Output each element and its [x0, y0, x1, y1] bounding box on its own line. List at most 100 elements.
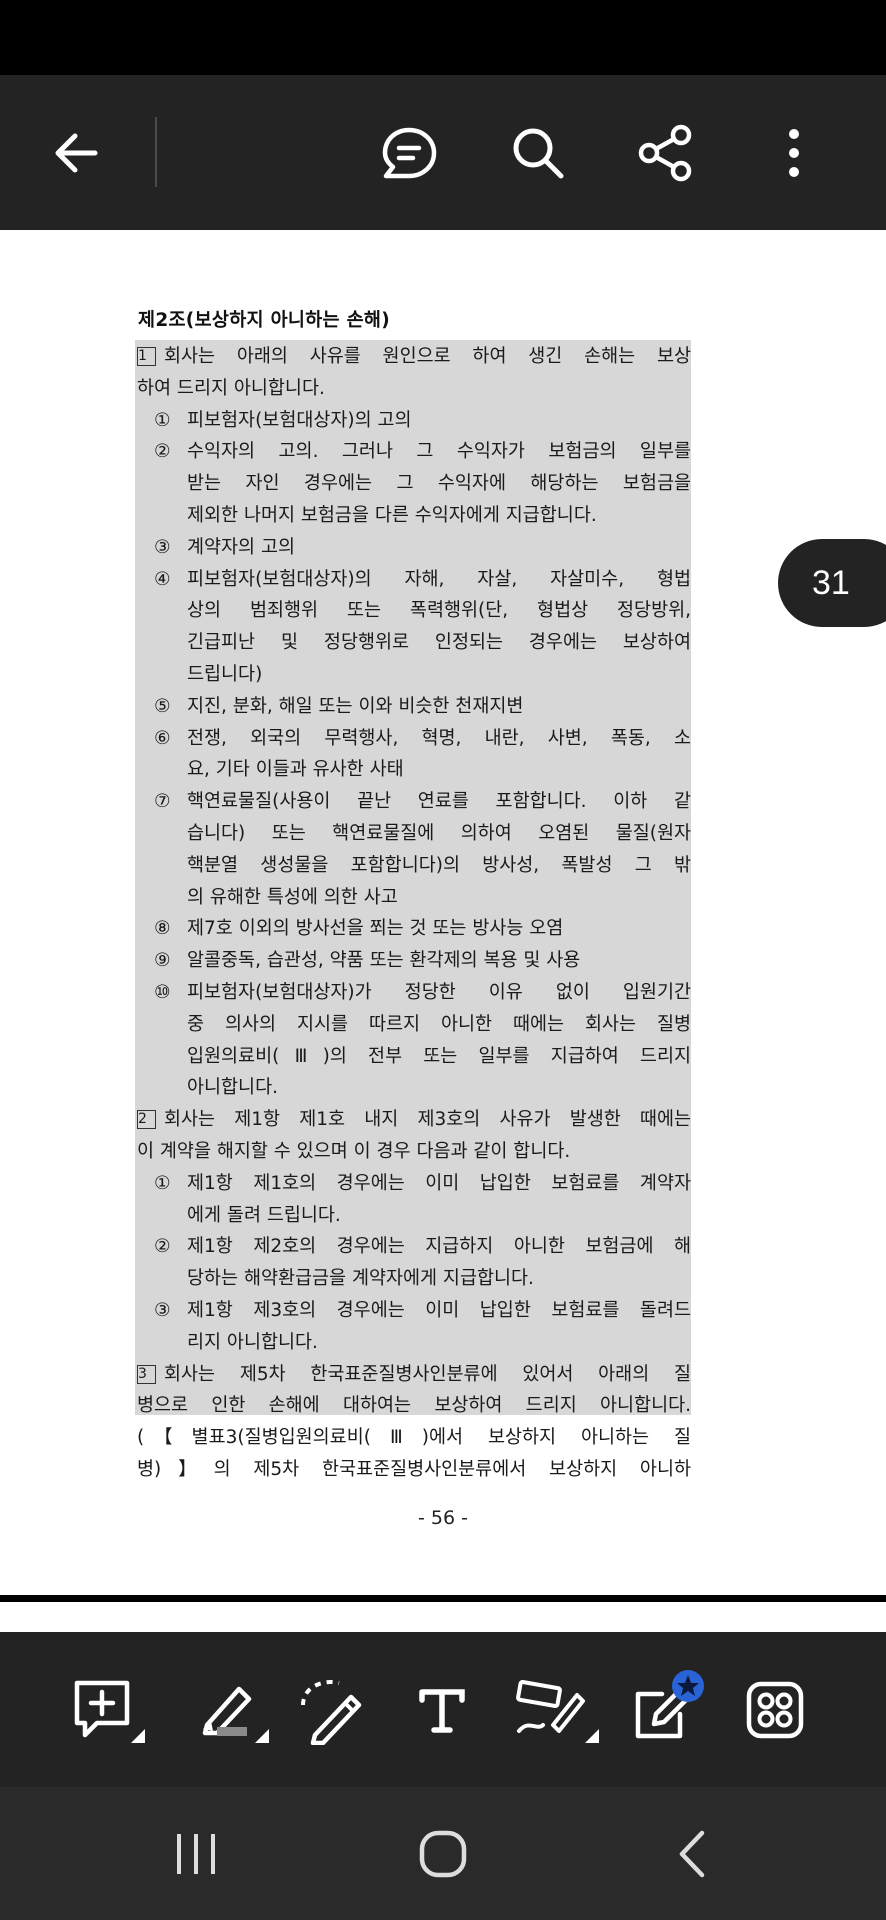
- line-text: 에게 돌려 드립니다.: [187, 1204, 341, 1226]
- clause-item-continuation: 당하는 해약환급금을 계약자에게 지급합니다.: [135, 1264, 691, 1294]
- line-text: 핵분열 생성물을 포함합니다)의 방사성, 폭발성 그 밖: [187, 854, 691, 876]
- clause-item: ③ 제1항 제3호의 경우에는 이미 납입한 보험료를 돌려드: [135, 1296, 691, 1326]
- comment-list-button[interactable]: [354, 75, 464, 230]
- clause-item-continuation: 아니합니다.: [135, 1073, 691, 1103]
- line-text: 당하는 해약환급금을 계약자에게 지급합니다.: [187, 1268, 534, 1290]
- next-page-edge: [0, 1602, 886, 1632]
- clause-item-continuation: 요, 기타 이들과 유사한 사태: [135, 755, 691, 785]
- line-text: 지진, 분화, 해일 또는 이와 비슷한 천재지변: [187, 695, 524, 717]
- line-text: 피보험자(보험대상자)가 정당한 이유 없이 입원기간: [187, 982, 691, 1003]
- clause-item-number: ⑩: [154, 982, 171, 1003]
- bottom-toolbar: [0, 1632, 886, 1787]
- article-title: 제2조(보상하지 아니하는 손해): [138, 310, 391, 331]
- document-page[interactable]: 제2조(보상하지 아니하는 손해) 1 회사는 아래의 사유를 원인으로 하여 생…: [0, 230, 886, 1595]
- clause-item: ① 피보험자(보험대상자)의 고의: [135, 406, 691, 436]
- search-button[interactable]: [483, 75, 593, 230]
- line-text: 드립니다): [187, 664, 263, 685]
- line-text: (【별표3(질병입원의료비(Ⅲ)에서 보상하지 아니하는 질: [137, 1427, 691, 1449]
- paragraph-line: 1 회사는 아래의 사유를 원인으로 하여 생긴 손해는 보상: [135, 342, 691, 372]
- back-icon: [679, 1830, 705, 1877]
- line-text: 상의 범죄행위 또는 폭력행위(단, 형법상 정당방위,: [187, 600, 691, 622]
- clause-item-number: ①: [154, 1172, 171, 1194]
- paragraph-number-box: 2: [137, 1110, 156, 1130]
- clause-item-number: ③: [154, 536, 171, 558]
- recents-icon: [177, 1833, 215, 1874]
- recents-button[interactable]: [126, 1787, 266, 1920]
- line-text: 알콜중독, 습관성, 약품 또는 환각제의 복용 및 사용: [187, 950, 581, 972]
- clause-item-continuation: 드립니다): [135, 660, 691, 690]
- signature-button[interactable]: [508, 1632, 608, 1787]
- paragraph-line-text: 2 회사는 제1항 제1호 내지 제3호의 사유가 발생한 때에는: [137, 1105, 691, 1135]
- search-icon: [513, 128, 564, 178]
- share-button[interactable]: [611, 75, 721, 230]
- line-text: 이 계약을 해지할 수 있으며 이 경우 다음과 같이 합니다.: [137, 1141, 571, 1162]
- line-text: 제1항 제3호의 경우에는 이미 납입한 보험료를 돌려드: [187, 1300, 691, 1321]
- clause-item-number: ⑧: [154, 918, 171, 940]
- arrow-left-icon: [55, 133, 98, 172]
- clause-item: ⑩ 피보험자(보험대상자)가 정당한 이유 없이 입원기간: [135, 978, 691, 1008]
- line-text: 하여 드리지 아니합니다.: [137, 377, 325, 399]
- paragraph-line: 3 회사는 제5차 한국표준질병사인분류에 있어서 아래의 질: [135, 1360, 691, 1390]
- line-text: 수익자의 고의. 그러나 그 수익자가 보험금의 일부를: [187, 441, 691, 463]
- line-text: 제외한 나머지 보험금을 다른 수익자에게 지급합니다.: [187, 505, 597, 526]
- clause-item: ② 수익자의 고의. 그러나 그 수익자가 보험금의 일부를: [135, 437, 691, 467]
- signature-icon: [516, 1679, 599, 1743]
- line-text: 계약자의 고의: [187, 536, 296, 558]
- apps-grid-icon: [746, 1681, 804, 1738]
- text-icon: [419, 1688, 465, 1733]
- clause-item-number: ⑦: [154, 791, 171, 813]
- clause-item-continuation: 리지 아니합니다.: [135, 1328, 691, 1358]
- clause-item: ③ 계약자의 고의: [135, 533, 691, 563]
- article-body: 1 회사는 아래의 사유를 원인으로 하여 생긴 손해는 보상하여 드리지 아니합…: [135, 340, 691, 1480]
- clause-item-number: ③: [154, 1300, 171, 1321]
- edit-note-button[interactable]: [616, 1632, 716, 1787]
- clause-item: ④ 피보험자(보험대상자)의 자해, 자살, 자살미수, 형법: [135, 565, 691, 595]
- paragraph-line-text: 3 회사는 제5차 한국표준질병사인분류에 있어서 아래의 질: [137, 1360, 691, 1390]
- paragraph-text: 회사는 제1항 제1호 내지 제3호의 사유가 발생한 때에는: [164, 1109, 691, 1131]
- lasso-pen-button[interactable]: [283, 1632, 383, 1787]
- home-button[interactable]: [373, 1787, 513, 1920]
- paragraph-line: 이 계약을 해지할 수 있으며 이 경우 다음과 같이 합니다.: [135, 1137, 691, 1167]
- clause-item-continuation: 습니다) 또는 핵연료물질에 의하여 오염된 물질(원자: [135, 819, 691, 849]
- clause-item: ⑦ 핵연료물질(사용이 끝난 연료를 포함합니다. 이하 같: [135, 787, 691, 817]
- text-tool-button[interactable]: [392, 1632, 492, 1787]
- paragraph-line: 하여 드리지 아니합니다.: [135, 374, 691, 404]
- line-text: 입원의료비(Ⅲ)의 전부 또는 일부를 지급하여 드리지: [187, 1045, 691, 1067]
- highlighter-icon: [202, 1686, 269, 1743]
- back-button[interactable]: [22, 75, 132, 230]
- clause-item: ⑥ 전쟁, 외국의 무력행사, 혁명, 내란, 사변, 폭동, 소: [135, 724, 691, 754]
- more-vert-icon: [789, 128, 799, 177]
- clause-item-number: ⑨: [154, 950, 171, 972]
- clause-item-number: ②: [154, 1236, 171, 1258]
- clause-item-continuation: 긴급피난 및 정당행위로 인정되는 경우에는 보상하여: [135, 628, 691, 658]
- line-text: 요, 기타 이들과 유사한 사태: [187, 759, 404, 781]
- line-text: 피보험자(보험대상자)의 자해, 자살, 자살미수, 형법: [187, 568, 691, 590]
- nav-back-button[interactable]: [622, 1787, 762, 1920]
- line-text: 전쟁, 외국의 무력행사, 혁명, 내란, 사변, 폭동, 소: [187, 727, 691, 749]
- add-comment-button[interactable]: [59, 1632, 159, 1787]
- comment-list-icon: [382, 127, 437, 178]
- system-navigation-bar: [0, 1787, 886, 1920]
- share-icon: [638, 124, 692, 181]
- clause-item-number: ⑥: [154, 727, 171, 749]
- clause-item-continuation: 의 유해한 특성에 의한 사고: [135, 883, 691, 913]
- clause-item: ⑨ 알콜중독, 습관성, 약품 또는 환각제의 복용 및 사용: [135, 946, 691, 976]
- paragraph-line: 병)】의 제5차 한국표준질병사인분류에서 보상하지 아니하: [135, 1455, 691, 1485]
- clause-item: ① 제1항 제1호의 경우에는 이미 납입한 보험료를 계약자: [135, 1169, 691, 1199]
- page-indicator-badge[interactable]: 31: [778, 539, 886, 627]
- clause-item: ② 제1항 제2호의 경우에는 지급하지 아니한 보험금에 해: [135, 1232, 691, 1262]
- paragraph-line: 2 회사는 제1항 제1호 내지 제3호의 사유가 발생한 때에는: [135, 1105, 691, 1135]
- line-text: 아니합니다.: [187, 1077, 278, 1099]
- clause-item-continuation: 에게 돌려 드립니다.: [135, 1201, 691, 1231]
- lasso-pen-icon: [301, 1679, 362, 1745]
- top-toolbar: [0, 75, 886, 230]
- more-options-button[interactable]: [739, 75, 849, 230]
- apps-grid-button[interactable]: [725, 1632, 825, 1787]
- line-text: 병으로 인한 손해에 대하여는 보상하여 드리지 아니합니다.: [137, 1395, 691, 1417]
- clause-item: ⑧ 제7호 이외의 방사선을 쬐는 것 또는 방사능 오염: [135, 914, 691, 944]
- highlighter-button[interactable]: [183, 1632, 283, 1787]
- clause-item-continuation: 중 의사의 지시를 따르지 아니한 때에는 회사는 질병: [135, 1010, 691, 1040]
- line-text: 제7호 이외의 방사선을 쬐는 것 또는 방사능 오염: [187, 918, 564, 940]
- clause-item-continuation: 받는 자인 경우에는 그 수익자에 해당하는 보험금을: [135, 469, 691, 499]
- clause-item-continuation: 입원의료비(Ⅲ)의 전부 또는 일부를 지급하여 드리지: [135, 1042, 691, 1072]
